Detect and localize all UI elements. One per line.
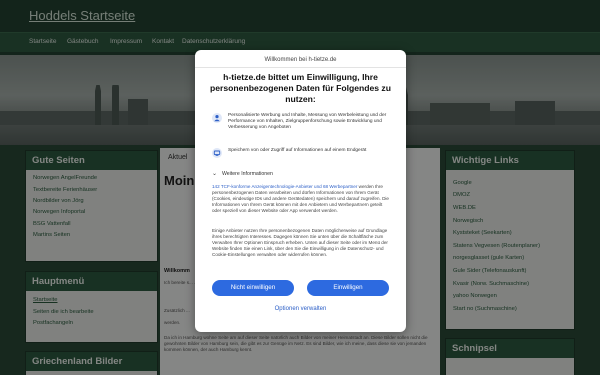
manage-options-link[interactable]: Optionen verwalten xyxy=(195,306,406,312)
more-info-label: Weitere Informationen xyxy=(222,171,273,177)
purpose-text: Speichern von oder Zugriff auf Informati… xyxy=(228,148,367,153)
purpose-text: Personalisierte Werbung und Inhalte, Mes… xyxy=(228,113,387,130)
more-info-toggle[interactable]: ⌄ Weitere Informationen xyxy=(212,170,392,180)
consent-dialog: Willkommen bei h-tietze.de h-tietze.de b… xyxy=(195,50,406,332)
divider xyxy=(195,67,406,68)
consent-heading: h-tietze.de bittet um Einwilligung, Ihre… xyxy=(210,72,391,104)
device-icon xyxy=(212,148,222,158)
consent-site-line: Willkommen bei h-tietze.de xyxy=(264,57,337,63)
vendors-link[interactable]: 142 TCF-konforme Anzeigentechnologie-Anb… xyxy=(212,184,357,189)
chevron-down-icon: ⌄ xyxy=(212,171,218,177)
decline-button[interactable]: Nicht einwilligen xyxy=(212,280,294,296)
consent-body-legitimate-interest: Einige Anbieter nutzen Ihre personenbezo… xyxy=(212,228,388,257)
purpose-device-storage: Speichern von oder Zugriff auf Informati… xyxy=(212,148,392,164)
consent-body-partners: 142 TCF-konforme Anzeigentechnologie-Anb… xyxy=(212,184,390,214)
accept-button[interactable]: Einwilligen xyxy=(307,280,389,296)
person-icon xyxy=(212,113,222,123)
purpose-personalised-ads: Personalisierte Werbung und Inhalte, Mes… xyxy=(212,113,392,145)
